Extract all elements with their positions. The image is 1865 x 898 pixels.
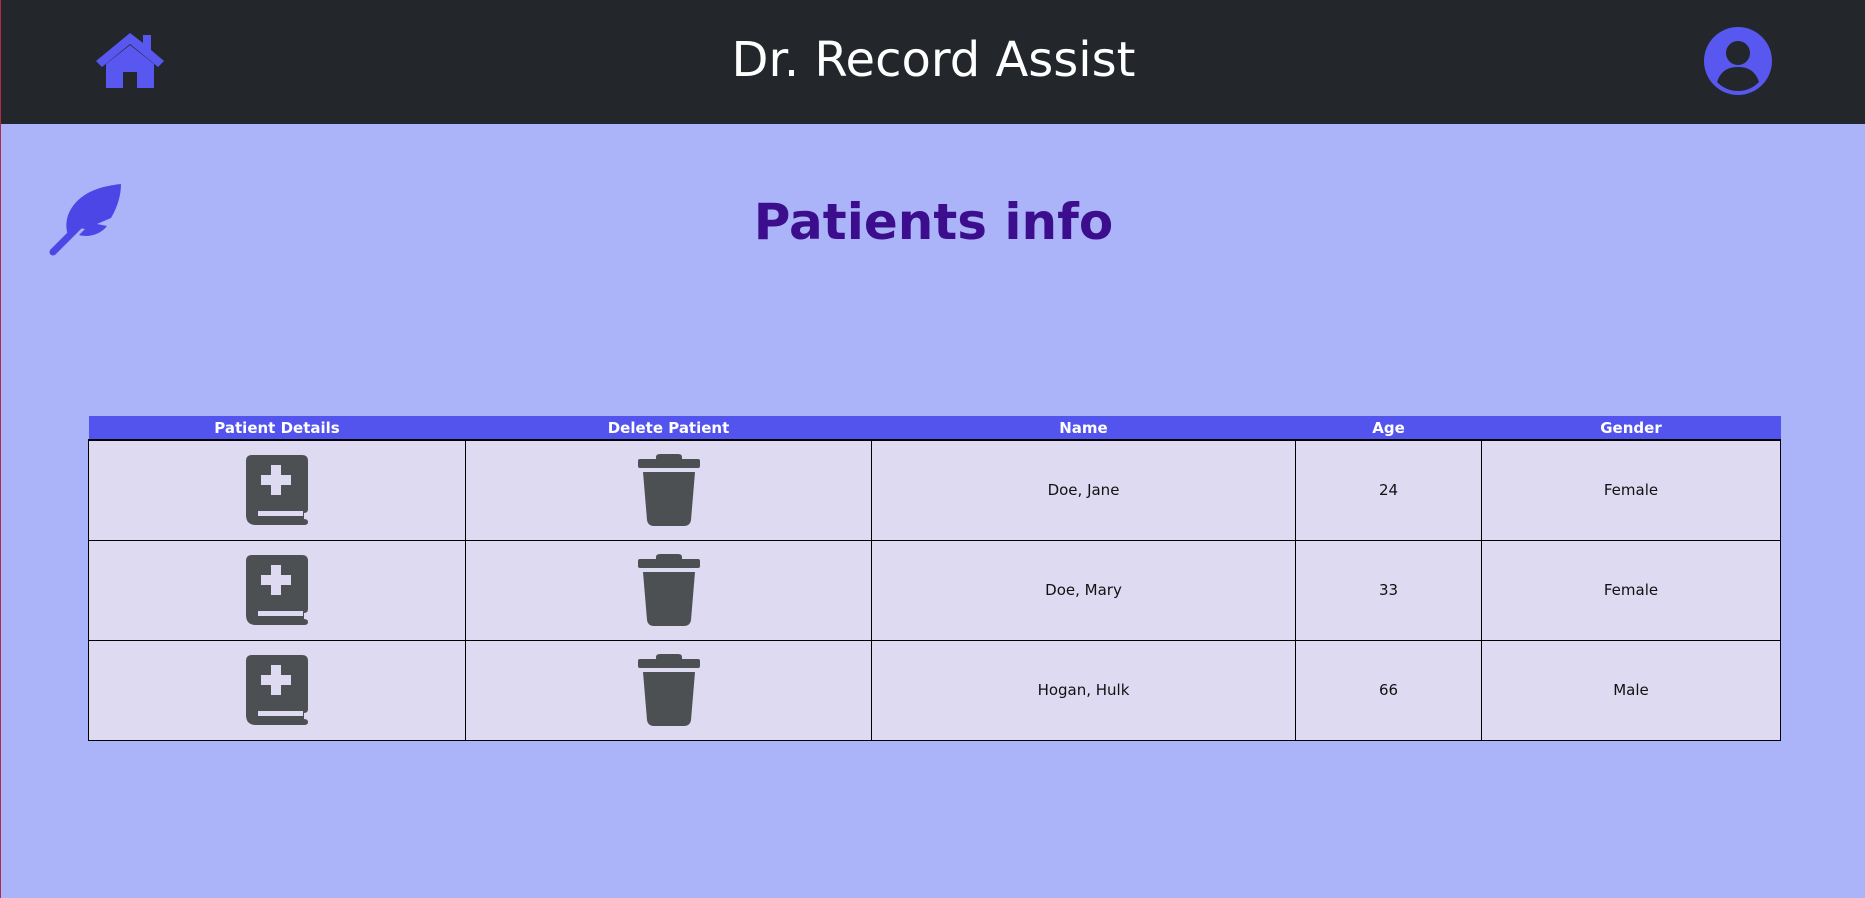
navbar: Dr. Record Assist	[1, 0, 1865, 124]
column-header-delete-patient: Delete Patient	[465, 416, 872, 441]
app-title: Dr. Record Assist	[731, 32, 1136, 88]
column-header-patient-details: Patient Details	[88, 416, 466, 441]
patient-age-cell: 24	[1295, 439, 1482, 541]
patient-details-cell	[88, 539, 466, 641]
table-row: Doe, Jane 24 Female	[88, 439, 1781, 541]
patients-table: Patient Details Delete Patient Name Age …	[88, 416, 1781, 741]
patient-name-cell: Hogan, Hulk	[871, 639, 1296, 741]
column-header-age: Age	[1295, 416, 1482, 441]
trash-icon[interactable]	[637, 654, 700, 726]
page: Dr. Record Assist Patients info Patient …	[0, 0, 1865, 898]
table-header-row: Patient Details Delete Patient Name Age …	[88, 416, 1781, 441]
delete-patient-cell	[465, 539, 872, 641]
delete-patient-cell	[465, 439, 872, 541]
patient-gender-cell: Male	[1481, 639, 1781, 741]
patient-details-cell	[88, 439, 466, 541]
trash-icon[interactable]	[637, 454, 700, 527]
delete-patient-cell	[465, 639, 872, 741]
table-row: Hogan, Hulk 66 Male	[88, 639, 1781, 741]
medical-book-icon[interactable]	[246, 455, 308, 526]
medical-book-icon[interactable]	[246, 555, 308, 625]
table-row: Doe, Mary 33 Female	[88, 539, 1781, 641]
user-avatar-icon	[1704, 27, 1772, 95]
patient-gender-cell: Female	[1481, 539, 1781, 641]
column-header-gender: Gender	[1481, 416, 1781, 441]
user-avatar-button[interactable]	[1703, 26, 1773, 96]
column-header-name: Name	[871, 416, 1296, 441]
patient-name-cell: Doe, Jane	[871, 439, 1296, 541]
patient-name-cell: Doe, Mary	[871, 539, 1296, 641]
patient-age-cell: 66	[1295, 639, 1482, 741]
patient-details-cell	[88, 639, 466, 741]
medical-book-icon[interactable]	[246, 655, 308, 725]
patient-gender-cell: Female	[1481, 439, 1781, 541]
trash-icon[interactable]	[637, 554, 700, 626]
patient-age-cell: 33	[1295, 539, 1482, 641]
page-title: Patients info	[753, 193, 1114, 251]
